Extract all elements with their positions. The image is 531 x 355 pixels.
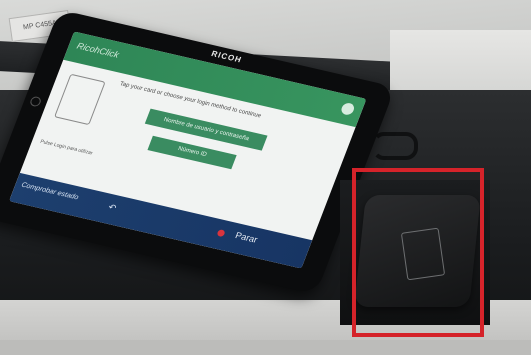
floor-strip bbox=[0, 340, 531, 355]
side-hint: Pulse Login para utilizar bbox=[39, 138, 94, 157]
usb-cable bbox=[372, 132, 418, 160]
stop-indicator-icon bbox=[216, 229, 226, 238]
home-button[interactable] bbox=[28, 95, 43, 108]
card-tap-icon bbox=[53, 73, 106, 126]
app-logo: RicohClick bbox=[75, 40, 121, 60]
photo-scene: MP C455A RICOH RicohClick Tap your card … bbox=[0, 0, 531, 355]
back-arrow-icon[interactable]: ↶ bbox=[107, 202, 118, 214]
settings-icon[interactable] bbox=[339, 101, 356, 116]
status-check-button[interactable]: Comprobar estado bbox=[20, 182, 79, 202]
highlight-box bbox=[352, 168, 484, 337]
stop-button[interactable]: Parar bbox=[234, 230, 259, 244]
